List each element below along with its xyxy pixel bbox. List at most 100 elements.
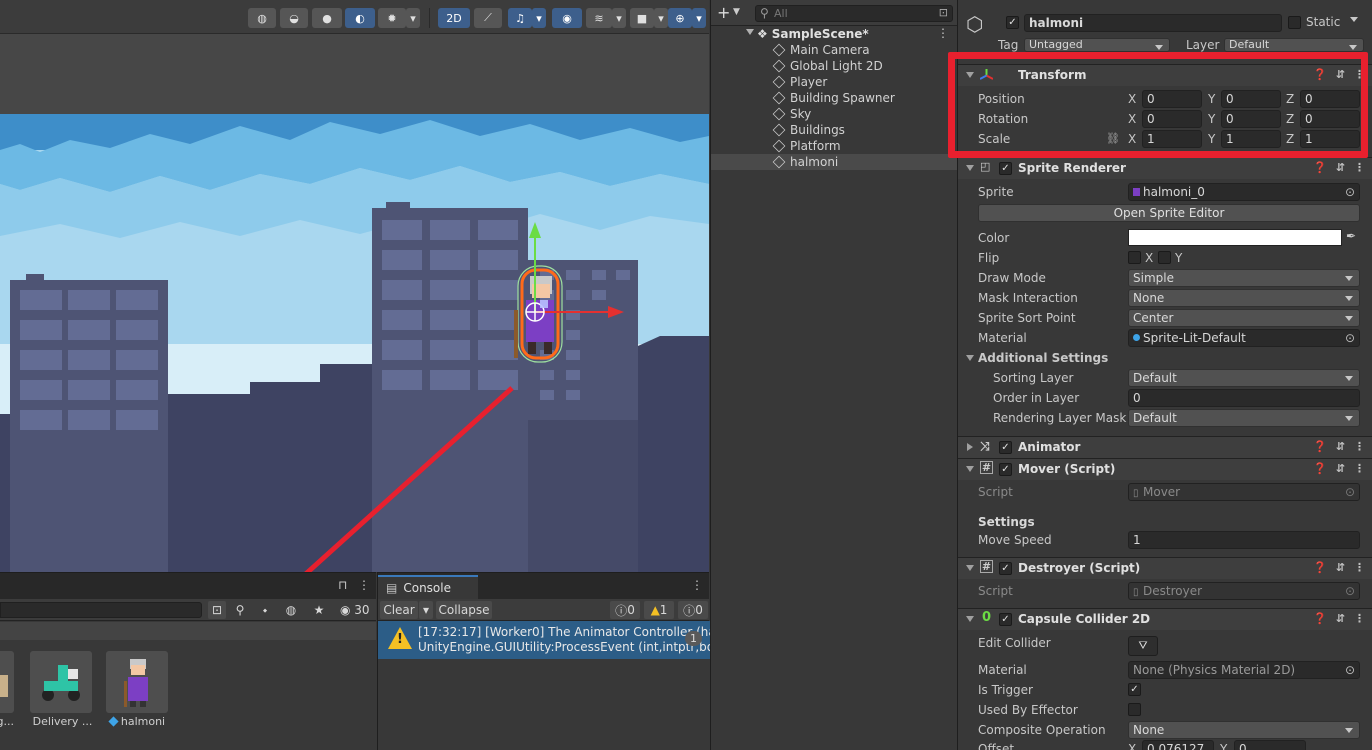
filter-tag-icon[interactable]: ⬩ bbox=[256, 601, 274, 619]
clear-options-dropdown-icon[interactable]: ▾ bbox=[419, 601, 433, 619]
fold-arrow-icon[interactable] bbox=[966, 616, 974, 622]
physics-material-field[interactable]: None (Physics Material 2D) ⊙ bbox=[1128, 661, 1360, 679]
hierarchy-item-main-camera[interactable]: Main Camera bbox=[711, 42, 957, 58]
camera-dropdown-icon[interactable]: ▾ bbox=[654, 8, 668, 28]
project-search-input[interactable] bbox=[0, 602, 202, 618]
expand-arrow-icon[interactable] bbox=[746, 29, 754, 35]
offset-x-field[interactable]: 0.076127 bbox=[1142, 740, 1214, 750]
hidden-packages-count[interactable]: ◉ 30 bbox=[336, 601, 374, 619]
camera-button[interactable]: ■ bbox=[630, 8, 654, 28]
sprite-field[interactable]: halmoni_0 ⊙ bbox=[1128, 183, 1360, 201]
tag-dropdown[interactable]: Untagged bbox=[1024, 38, 1170, 52]
object-picker-icon[interactable]: ⊙ bbox=[1345, 330, 1355, 346]
asset-item[interactable]: halmoni bbox=[106, 651, 168, 728]
layers-dropdown-icon[interactable]: ▾ bbox=[612, 8, 626, 28]
component-enabled-checkbox[interactable]: ✓ bbox=[999, 562, 1012, 575]
is-trigger-checkbox[interactable]: ✓ bbox=[1128, 683, 1141, 696]
filter-by-label-icon[interactable]: ⚲ bbox=[232, 601, 248, 619]
lighting-toggle-button[interactable]: ⟋ bbox=[474, 8, 502, 28]
tab-console[interactable]: ▤ Console bbox=[378, 575, 478, 599]
offset-y-field[interactable]: 0 bbox=[1234, 740, 1306, 750]
fold-arrow-icon[interactable] bbox=[966, 165, 974, 171]
error-count-toggle[interactable]: ⓘ 0 bbox=[678, 601, 708, 619]
add-button[interactable]: + bbox=[717, 3, 730, 22]
search-by-type-icon[interactable]: ⊡ bbox=[208, 601, 226, 619]
info-count-toggle[interactable]: ⓘ 0 bbox=[610, 601, 640, 619]
component-menu-icon[interactable]: ⋮ bbox=[1354, 462, 1365, 475]
static-dropdown-icon[interactable] bbox=[1350, 17, 1358, 22]
used-by-effector-checkbox[interactable] bbox=[1128, 703, 1141, 716]
presets-icon[interactable]: ⇵ bbox=[1336, 561, 1345, 574]
sprite-sort-point-dropdown[interactable]: Center bbox=[1128, 309, 1360, 327]
add-dropdown-icon[interactable]: ▼ bbox=[733, 7, 740, 17]
scene-view[interactable]: ◍ ◒ ● ◐ ✹ ▾ 2D ⟋ ♫ ▾ ◉ ≋ ▾ ■ ▾ ⊕ ▾ bbox=[0, 0, 709, 572]
animator-header[interactable]: ⤨ ✓ Animator ❓ ⇵ ⋮ bbox=[958, 436, 1372, 458]
mover-header[interactable]: # ✓ Mover (Script) ❓ ⇵ ⋮ bbox=[958, 458, 1372, 480]
shading-dropdown-icon[interactable]: ▾ bbox=[406, 8, 420, 28]
clear-button[interactable]: Clear bbox=[380, 601, 418, 619]
help-icon[interactable]: ❓ bbox=[1313, 462, 1327, 475]
shaded-wireframe-button[interactable]: ◒ bbox=[280, 8, 308, 28]
component-enabled-checkbox[interactable]: ✓ bbox=[999, 463, 1012, 476]
material-field[interactable]: Sprite-Lit-Default ⊙ bbox=[1128, 329, 1360, 347]
active-checkbox[interactable]: ✓ bbox=[1006, 16, 1019, 29]
fold-arrow-icon[interactable] bbox=[966, 466, 974, 472]
object-picker-icon[interactable]: ⊙ bbox=[1345, 184, 1355, 200]
hierarchy-item-buildings[interactable]: Buildings bbox=[711, 122, 957, 138]
sorting-layer-dropdown[interactable]: Default bbox=[1128, 369, 1360, 387]
collapse-button[interactable]: Collapse bbox=[436, 601, 492, 619]
save-search-icon[interactable]: ◍ bbox=[282, 601, 300, 619]
eyedropper-icon[interactable]: ✒ bbox=[1346, 229, 1356, 243]
fold-arrow-icon[interactable] bbox=[967, 443, 973, 451]
destroyer-header[interactable]: # ✓ Destroyer (Script) ❓ ⇵ ⋮ bbox=[958, 557, 1372, 579]
fold-arrow-icon[interactable] bbox=[966, 355, 974, 361]
scene-visibility-button[interactable]: ◉ bbox=[552, 8, 582, 28]
more-options-icon[interactable]: ⋮ bbox=[691, 578, 703, 592]
shaded-button[interactable]: ● bbox=[312, 8, 342, 28]
wireframe-shading-button[interactable]: ◍ bbox=[248, 8, 276, 28]
scene-menu-icon[interactable]: ⋮ bbox=[937, 26, 949, 40]
draw-mode-dropdown[interactable]: Simple bbox=[1128, 269, 1360, 287]
component-enabled-checkbox[interactable]: ✓ bbox=[999, 441, 1012, 454]
warning-count-toggle[interactable]: ▲ 1 bbox=[644, 601, 674, 619]
layer-dropdown[interactable]: Default bbox=[1224, 38, 1364, 52]
console-log-entry[interactable]: ! [17:32:17] [Worker0] The Animator Cont… bbox=[378, 621, 710, 659]
edit-collider-button[interactable]: ⛛ bbox=[1128, 636, 1158, 656]
sprite-renderer-header[interactable]: ◰ ✓ Sprite Renderer ❓ ⇵ ⋮ bbox=[958, 157, 1372, 179]
lock-icon[interactable]: ⊓ bbox=[338, 578, 347, 592]
component-menu-icon[interactable]: ⋮ bbox=[1354, 561, 1365, 574]
capsule-collider-header[interactable]: 0 ✓ Capsule Collider 2D ❓ ⇵ ⋮ bbox=[958, 608, 1372, 630]
asset-item[interactable]: g... bbox=[0, 651, 14, 728]
search-filter-icon[interactable]: ⊡ bbox=[939, 6, 948, 19]
effects-dropdown-icon[interactable]: ▾ bbox=[532, 8, 546, 28]
help-icon[interactable]: ❓ bbox=[1313, 612, 1327, 625]
component-enabled-checkbox[interactable]: ✓ bbox=[999, 613, 1012, 626]
hierarchy-search-input[interactable]: ⚲ All ⊡ bbox=[755, 5, 953, 22]
hierarchy-item-building-spawner[interactable]: Building Spawner bbox=[711, 90, 957, 106]
help-icon[interactable]: ❓ bbox=[1313, 161, 1327, 174]
component-menu-icon[interactable]: ⋮ bbox=[1354, 612, 1365, 625]
additional-settings-foldout[interactable]: Additional Settings bbox=[978, 351, 1108, 365]
component-enabled-checkbox[interactable]: ✓ bbox=[999, 162, 1012, 175]
gizmos-button[interactable]: ⊕ bbox=[668, 8, 692, 28]
presets-icon[interactable]: ⇵ bbox=[1336, 612, 1345, 625]
gizmos-dropdown-icon[interactable]: ▾ bbox=[692, 8, 706, 28]
audio-toggle-button[interactable]: ♫ bbox=[508, 8, 532, 28]
scene-root[interactable]: ❖ SampleScene* ⋮ bbox=[711, 26, 957, 42]
toggle-2d-button[interactable]: 2D bbox=[438, 8, 470, 28]
flip-x-checkbox[interactable] bbox=[1128, 251, 1141, 264]
mask-interaction-dropdown[interactable]: None bbox=[1128, 289, 1360, 307]
fold-arrow-icon[interactable] bbox=[966, 565, 974, 571]
hierarchy-item-player[interactable]: Player bbox=[711, 74, 957, 90]
presets-icon[interactable]: ⇵ bbox=[1336, 440, 1345, 453]
hierarchy-item-global-light[interactable]: Global Light 2D bbox=[711, 58, 957, 74]
debug-draw-mode-button[interactable]: ✹ bbox=[378, 8, 406, 28]
flip-y-checkbox[interactable] bbox=[1158, 251, 1171, 264]
object-name-field[interactable]: halmoni bbox=[1024, 14, 1282, 32]
composite-operation-dropdown[interactable]: None bbox=[1128, 721, 1360, 739]
static-checkbox[interactable] bbox=[1288, 16, 1301, 29]
favorite-star-icon[interactable]: ★ bbox=[310, 601, 328, 619]
hierarchy-item-sky[interactable]: Sky bbox=[711, 106, 957, 122]
hierarchy-item-halmoni[interactable]: halmoni bbox=[711, 154, 957, 170]
rendering-layer-mask-dropdown[interactable]: Default bbox=[1128, 409, 1360, 427]
